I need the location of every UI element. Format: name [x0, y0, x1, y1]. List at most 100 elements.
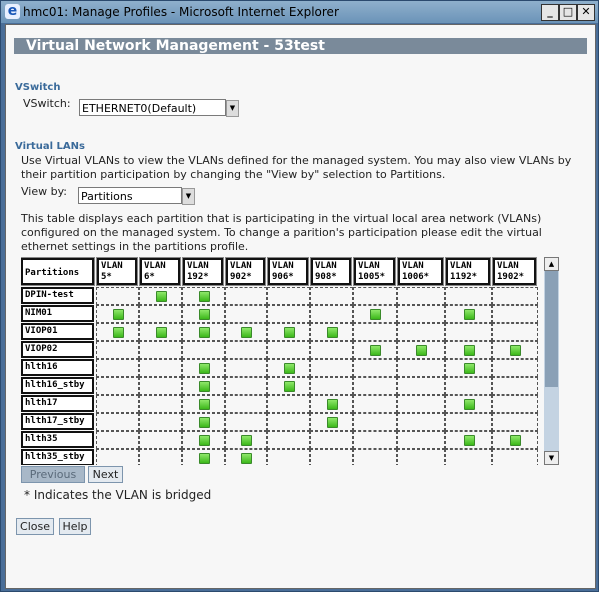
vlan-cell — [445, 287, 492, 305]
vlan-cell — [96, 395, 139, 413]
column-header-vlan: VLAN 1006* — [397, 257, 444, 286]
vlan-cell — [397, 395, 445, 413]
close-button[interactable]: Close — [16, 518, 54, 535]
vlan-cell — [310, 377, 353, 395]
column-header-vlan: VLAN 1902* — [492, 257, 537, 286]
vlan-cell — [310, 359, 353, 377]
vlan-cell — [182, 341, 225, 359]
vlan-cell — [310, 431, 353, 449]
vswitch-label: VSwitch: — [23, 97, 71, 110]
vlan-cell — [96, 323, 139, 341]
help-button[interactable]: Help — [59, 518, 91, 535]
member-indicator-icon — [198, 417, 210, 428]
vlan-cell — [225, 359, 267, 377]
vlan-cell — [182, 395, 225, 413]
column-header-vlan: VLAN 1005* — [353, 257, 396, 286]
member-indicator-icon — [198, 381, 210, 392]
vlan-cell — [492, 341, 538, 359]
member-indicator-icon — [463, 399, 475, 410]
table-description: This table displays each partition that … — [21, 212, 542, 253]
ie-icon: e — [5, 4, 20, 19]
vlan-cell — [445, 431, 492, 449]
view-by-select[interactable]: Partitions — [78, 187, 182, 204]
view-by-label: View by: — [21, 185, 67, 198]
chevron-down-icon[interactable]: ▼ — [226, 100, 239, 117]
scroll-down-icon[interactable]: ▼ — [544, 451, 559, 465]
vlan-cell — [353, 377, 397, 395]
vlan-cell — [353, 305, 397, 323]
vlan-cell — [225, 341, 267, 359]
page-content: Virtual Network Management - 53test VSwi… — [5, 24, 596, 589]
vlan-cell — [353, 359, 397, 377]
scroll-up-icon[interactable]: ▲ — [544, 257, 559, 271]
chevron-down-icon[interactable]: ▼ — [182, 188, 195, 205]
title-bar: e hmc01: Manage Profiles - Microsoft Int… — [1, 1, 598, 23]
member-indicator-icon — [112, 309, 124, 320]
partition-name: hlth16 — [21, 359, 94, 376]
vlan-cell — [353, 323, 397, 341]
vlan-cell — [139, 395, 182, 413]
member-indicator-icon — [241, 453, 252, 464]
vlan-cell — [397, 359, 445, 377]
vlan-cell — [445, 395, 492, 413]
vlan-cell — [182, 305, 225, 323]
vlan-cell — [397, 377, 445, 395]
vlan-cell — [225, 377, 267, 395]
vlan-cell — [353, 341, 397, 359]
minimize-button[interactable]: _ — [541, 4, 559, 21]
vlan-cell — [96, 305, 139, 323]
vlan-cell — [267, 341, 310, 359]
column-header-partitions: Partitions — [21, 257, 95, 286]
member-indicator-icon — [510, 435, 521, 446]
vlan-cell — [96, 287, 139, 305]
vlan-cell — [445, 377, 492, 395]
vlan-cell — [310, 305, 353, 323]
vlan-cell — [445, 341, 492, 359]
member-indicator-icon — [283, 363, 295, 374]
column-header-vlan: VLAN 902* — [225, 257, 266, 286]
vswitch-select[interactable]: ETHERNET0(Default) — [79, 99, 226, 116]
vlan-cell — [182, 359, 225, 377]
partition-name: hlth17 — [21, 395, 94, 412]
vlan-cell — [310, 413, 353, 431]
member-indicator-icon — [416, 345, 427, 356]
member-indicator-icon — [326, 399, 338, 410]
vlans-description: Use Virtual VLANs to view the VLANs defi… — [21, 154, 572, 181]
member-indicator-icon — [283, 381, 295, 392]
vlan-cell — [225, 287, 267, 305]
vlan-cell — [267, 287, 310, 305]
close-window-button[interactable]: ✕ — [577, 4, 595, 21]
partition-name: hlth16_stby — [21, 377, 94, 394]
vlan-cell — [96, 431, 139, 449]
previous-button[interactable]: Previous — [21, 466, 85, 483]
vlan-cell — [310, 287, 353, 305]
vlan-cell — [353, 287, 397, 305]
vlan-cell — [267, 359, 310, 377]
vlan-cell — [445, 413, 492, 431]
vlan-cell — [139, 341, 182, 359]
vlan-cell — [310, 323, 353, 341]
partition-name: hlth17_stby — [21, 413, 94, 430]
vlan-cell — [139, 431, 182, 449]
virtual-lans-section-title: Virtual LANs — [15, 141, 85, 152]
table-scrollbar[interactable]: ▲ ▼ — [544, 257, 559, 465]
vlan-cell — [445, 305, 492, 323]
partition-name: NIM01 — [21, 305, 94, 322]
vlan-cell — [225, 449, 267, 465]
vlan-cell — [492, 323, 538, 341]
vlan-cell — [225, 395, 267, 413]
scroll-thumb[interactable] — [545, 271, 558, 387]
maximize-button[interactable]: □ — [559, 4, 577, 21]
vlan-cell — [353, 431, 397, 449]
vlan-cell — [182, 449, 225, 465]
vlan-cell — [139, 323, 182, 341]
vlan-cell — [182, 287, 225, 305]
next-button[interactable]: Next — [88, 466, 123, 483]
vlan-cell — [139, 305, 182, 323]
vlan-cell — [182, 413, 225, 431]
member-indicator-icon — [370, 345, 381, 356]
vlan-cell — [139, 449, 182, 465]
member-indicator-icon — [463, 363, 475, 374]
vlan-cell — [96, 449, 139, 465]
member-indicator-icon — [463, 435, 475, 446]
